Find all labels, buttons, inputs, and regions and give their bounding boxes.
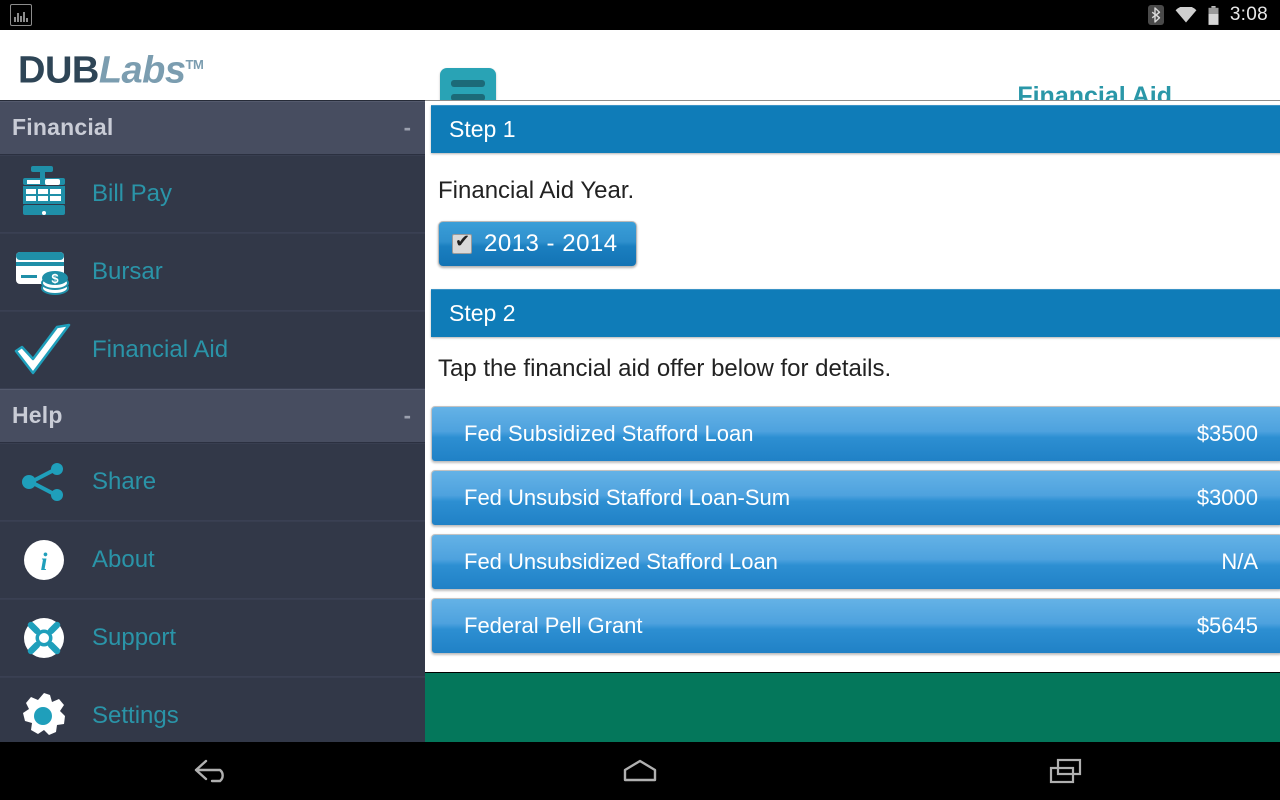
offer-row[interactable]: Fed Unsubsidized Stafford Loan N/A	[431, 534, 1280, 590]
info-icon: i	[10, 530, 78, 590]
svg-text:i: i	[41, 549, 48, 576]
share-icon	[10, 452, 78, 512]
offer-row[interactable]: Federal Pell Grant $5645	[431, 598, 1280, 654]
offer-amount: N/A	[1221, 549, 1258, 574]
cash-register-icon	[10, 164, 78, 224]
offer-name: Fed Subsidized Stafford Loan	[464, 421, 754, 446]
wifi-icon	[1175, 7, 1197, 23]
android-status-bar: 3:08	[0, 0, 1280, 30]
financial-aid-year-checkbox[interactable]: 2013 - 2014	[438, 221, 637, 267]
logo-dub-text: DUB	[18, 49, 99, 92]
sidebar-item-bill-pay[interactable]: Bill Pay	[0, 155, 425, 233]
sidebar-item-label: Settings	[92, 702, 179, 729]
recent-apps-icon[interactable]	[1007, 749, 1127, 793]
sidebar-section-title: Help	[12, 402, 63, 428]
sidebar-item-share[interactable]: Share	[0, 443, 425, 521]
sidebar-section-help[interactable]: Help -	[0, 389, 425, 443]
collapse-icon[interactable]: -	[404, 116, 411, 138]
logo-labs-text: Labs	[98, 49, 186, 92]
logo-tm-text: TM	[185, 57, 204, 72]
sidebar-section-title: Financial	[12, 114, 114, 140]
status-bar-left	[0, 4, 32, 26]
step1-header: Step 1	[431, 105, 1280, 153]
sidebar-item-label: About	[92, 545, 155, 573]
android-navigation-bar	[0, 742, 1280, 800]
offer-name: Federal Pell Grant	[464, 613, 643, 638]
sidebar-item-settings[interactable]: Settings	[0, 677, 425, 742]
offer-row[interactable]: Fed Subsidized Stafford Loan $3500	[431, 406, 1280, 462]
checkbox-checked-icon[interactable]	[452, 231, 472, 254]
financial-aid-offers-list: Fed Subsidized Stafford Loan $3500 Fed U…	[425, 406, 1280, 654]
back-icon[interactable]	[153, 749, 273, 793]
home-icon[interactable]	[580, 749, 700, 793]
offer-name: Fed Unsubsidized Stafford Loan	[464, 549, 778, 574]
sidebar-item-label: Bill Pay	[92, 179, 173, 207]
main-content-panel: Step 1 Financial Aid Year. 2013 - 2014 S…	[425, 100, 1280, 742]
sidebar-item-label: Share	[92, 467, 157, 495]
dublabs-logo: DUBLabsTM	[18, 44, 204, 92]
app-window: DUBLabsTM Financial Aid Financial - Bill…	[0, 30, 1280, 742]
screenshot-icon	[10, 4, 32, 26]
life-ring-icon	[10, 608, 78, 668]
offer-amount: $3000	[1196, 485, 1258, 510]
app-header-bar: DUBLabsTM Financial Aid	[0, 30, 1280, 126]
bluetooth-icon	[1147, 5, 1164, 25]
sidebar-item-bursar[interactable]: $ Bursar	[0, 233, 425, 311]
navigation-drawer: Financial - Bill Pay $ Bursar Financial …	[0, 100, 425, 742]
status-bar-right: 3:08	[1147, 4, 1280, 26]
sidebar-section-financial[interactable]: Financial -	[0, 101, 425, 155]
bottom-green-bar	[425, 672, 1280, 742]
status-bar-clock: 3:08	[1229, 4, 1268, 25]
sidebar-item-about[interactable]: i About	[0, 521, 425, 599]
offer-name: Fed Unsubsid Stafford Loan-Sum	[464, 485, 791, 510]
credit-card-icon: $	[10, 242, 78, 302]
svg-text:$: $	[51, 271, 59, 286]
sidebar-item-label: Support	[92, 623, 177, 651]
sidebar-item-label: Bursar	[92, 257, 163, 285]
gear-icon	[10, 686, 78, 742]
offer-row[interactable]: Fed Unsubsid Stafford Loan-Sum $3000	[431, 470, 1280, 526]
collapse-icon[interactable]: -	[404, 404, 411, 426]
sidebar-item-financial-aid[interactable]: Financial Aid	[0, 311, 425, 389]
sidebar-item-label: Financial Aid	[92, 335, 229, 363]
checkmark-icon	[10, 320, 78, 380]
step2-prompt: Tap the financial aid offer below for de…	[438, 355, 892, 382]
step1-prompt: Financial Aid Year.	[438, 177, 635, 204]
hamburger-bar	[451, 79, 485, 87]
battery-icon	[1208, 5, 1219, 25]
offer-amount: $3500	[1196, 421, 1258, 446]
year-label: 2013 - 2014	[484, 230, 618, 257]
step2-header: Step 2	[431, 289, 1280, 337]
offer-amount: $5645	[1196, 613, 1258, 638]
sidebar-item-support[interactable]: Support	[0, 599, 425, 677]
